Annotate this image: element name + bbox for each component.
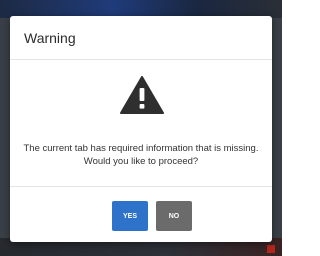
dialog-message: The current tab has required information… (23, 143, 259, 167)
dialog-title: Warning (24, 29, 76, 46)
yes-button[interactable]: YES (112, 201, 148, 231)
dialog-footer: YES NO (10, 187, 272, 242)
dialog-header: Warning (10, 16, 272, 60)
warning-dialog: Warning The current tab has required inf… (10, 16, 272, 242)
warning-triangle-icon (120, 76, 164, 114)
dialog-body: The current tab has required information… (10, 60, 272, 187)
background-red-marker (267, 245, 275, 253)
no-button[interactable]: NO (156, 201, 192, 231)
